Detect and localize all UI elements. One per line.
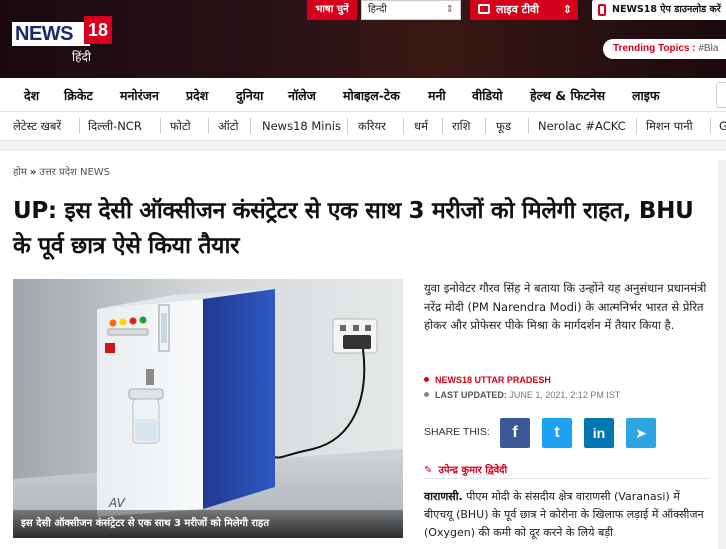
subnav-item-minis[interactable]: News18 Minis [262, 119, 341, 133]
nav-item-knowledge[interactable]: नॉलेज [288, 87, 316, 104]
subnav-divider [528, 118, 529, 134]
live-tv-button[interactable]: लाइव टीवी ⇕ [470, 0, 578, 20]
updated-label: LAST UPDATED: [435, 390, 507, 400]
subnav-item-nerolac[interactable]: Nerolac #ACKC [538, 119, 626, 133]
source-label: NEWS18 UTTAR PRADESH [435, 375, 551, 385]
subnav-divider [208, 118, 209, 134]
nav-item-health[interactable]: हेल्थ & फिटनेस [530, 87, 605, 104]
news18-logo[interactable]: NEWS 18 हिंदी [12, 14, 112, 64]
primary-nav: देश क्रिकेट मनोरंजन प्रदेश दुनिया नॉलेज … [0, 78, 726, 112]
pen-icon: ✎ [424, 465, 433, 476]
subnav-item-latest[interactable]: लेटेस्ट खबरें [13, 119, 61, 134]
article-headline: UP: इस देसी ऑक्सीजन कंसंट्रेटर से एक साथ… [13, 198, 694, 259]
nav-item-duniya[interactable]: दुनिया [236, 87, 263, 104]
language-dropdown[interactable]: हिन्दी ⇕ [361, 0, 461, 20]
twitter-share-button[interactable]: t [542, 418, 572, 448]
logo-text: NEWS [12, 22, 90, 46]
author-name: उपेन्द्र कुमार द्विवेदी [438, 465, 508, 476]
secondary-nav: लेटेस्ट खबरें दिल्ली-NCR फोटो ऑटो News18… [0, 113, 726, 141]
trending-topics[interactable]: Trending Topics : #Bla [603, 39, 726, 59]
logo-number: 18 [84, 16, 112, 44]
telegram-icon: ➤ [635, 425, 647, 441]
subnav-item-photo[interactable]: फोटो [170, 119, 191, 134]
nav-item-video[interactable]: वीडियो [472, 87, 503, 104]
divider [424, 478, 710, 479]
nav-item-cricket[interactable]: क्रिकेट [64, 87, 93, 104]
trending-value[interactable]: #Bla [698, 43, 718, 54]
updated-value: JUNE 1, 2021, 2:12 PM IST [509, 390, 621, 400]
article-summary: युवा इनोवेटर गौरव सिंह ने बताया कि उन्हो… [424, 281, 707, 332]
oxygen-concentrator-photo: AV [13, 279, 403, 538]
subnav-item-auto[interactable]: ऑटो [218, 119, 239, 134]
subnav-divider [250, 118, 251, 134]
subnav-divider [347, 118, 348, 134]
linkedin-icon: in [592, 425, 606, 441]
subnav-divider [442, 118, 443, 134]
subnav-divider [403, 118, 404, 134]
av-logo: AV [108, 496, 126, 510]
subnav-item-delhi[interactable]: दिल्ली-NCR [88, 119, 142, 134]
twitter-icon: t [554, 424, 560, 441]
breadcrumb-section[interactable]: उत्तर प्रदेश NEWS [39, 167, 110, 178]
article-source[interactable]: NEWS18 UTTAR PRADESH [424, 375, 551, 385]
subnav-item-more[interactable]: G [719, 119, 726, 133]
facebook-share-button[interactable]: f [500, 418, 530, 448]
subnav-item-dharm[interactable]: धर्म [414, 119, 428, 134]
breadcrumb-separator: » [29, 167, 37, 178]
image-caption: इस देसी ऑक्सीजन कंसंट्रेटर से एक साथ 3 म… [13, 510, 403, 538]
nav-item-money[interactable]: मनी [428, 87, 446, 104]
article-image[interactable]: AV इस देसी ऑक्सीजन कंसंट्रेटर से एक साथ … [13, 279, 403, 538]
phone-icon [598, 4, 606, 16]
subnav-divider [636, 118, 637, 134]
article-updated: LAST UPDATED: JUNE 1, 2021, 2:12 PM IST [424, 390, 620, 400]
live-tv-label: लाइव टीवी [496, 3, 540, 16]
language-value: हिन्दी [368, 4, 387, 15]
subnav-divider [485, 118, 486, 134]
subnav-divider [79, 118, 80, 134]
site-header: NEWS 18 हिंदी भाषा चुनें हिन्दी ⇕ लाइव ट… [0, 0, 726, 78]
dateline: वाराणसी. [424, 490, 463, 503]
right-rail [718, 160, 726, 549]
logo-subtitle: हिंदी [72, 50, 91, 64]
article-author[interactable]: ✎ उपेन्द्र कुमार द्विवेदी [424, 462, 507, 476]
nav-item-life[interactable]: लाइफ [632, 87, 660, 104]
body-paragraph: पीएम मोदी के संसदीय क्षेत्र वाराणसी (Var… [424, 490, 704, 539]
share-label: SHARE THIS: [424, 426, 490, 438]
nav-more-button[interactable] [716, 82, 726, 108]
subnav-item-mission-pani[interactable]: मिशन पानी [646, 119, 693, 134]
app-download-label: NEWS18 ऐप डाउनलोड करें [612, 4, 721, 15]
nav-item-mobile-tech[interactable]: मोबाइल-टेक [343, 87, 400, 104]
language-label: भाषा चुनें [307, 0, 357, 20]
breadcrumb-home[interactable]: होम [13, 167, 27, 178]
facebook-icon: f [512, 424, 518, 441]
nav-item-pradesh[interactable]: प्रदेश [186, 87, 208, 104]
app-download-link[interactable]: NEWS18 ऐप डाउनलोड करें [592, 0, 726, 20]
linkedin-share-button[interactable]: in [584, 418, 614, 448]
nav-spacer [0, 141, 726, 151]
subnav-item-food[interactable]: फूड [496, 119, 511, 134]
updown-arrow-icon: ⇕ [445, 4, 454, 15]
nav-item-desh[interactable]: देश [24, 87, 39, 104]
subnav-item-career[interactable]: करियर [358, 119, 386, 134]
subnav-divider [710, 118, 711, 134]
article-body: वाराणसी. पीएम मोदी के संसदीय क्षेत्र वार… [424, 488, 710, 542]
subnav-item-rashi[interactable]: राशि [452, 119, 470, 134]
red-dot-icon [424, 377, 429, 382]
tv-icon [478, 4, 490, 14]
nav-item-manoranjan[interactable]: मनोरंजन [120, 87, 159, 104]
trending-label: Trending Topics : [613, 43, 696, 54]
updown-arrow-icon: ⇕ [562, 3, 572, 16]
grey-dot-icon [424, 392, 429, 397]
subnav-divider [160, 118, 161, 134]
breadcrumb: होम» उत्तर प्रदेश NEWS [13, 164, 110, 178]
telegram-share-button[interactable]: ➤ [626, 418, 656, 448]
